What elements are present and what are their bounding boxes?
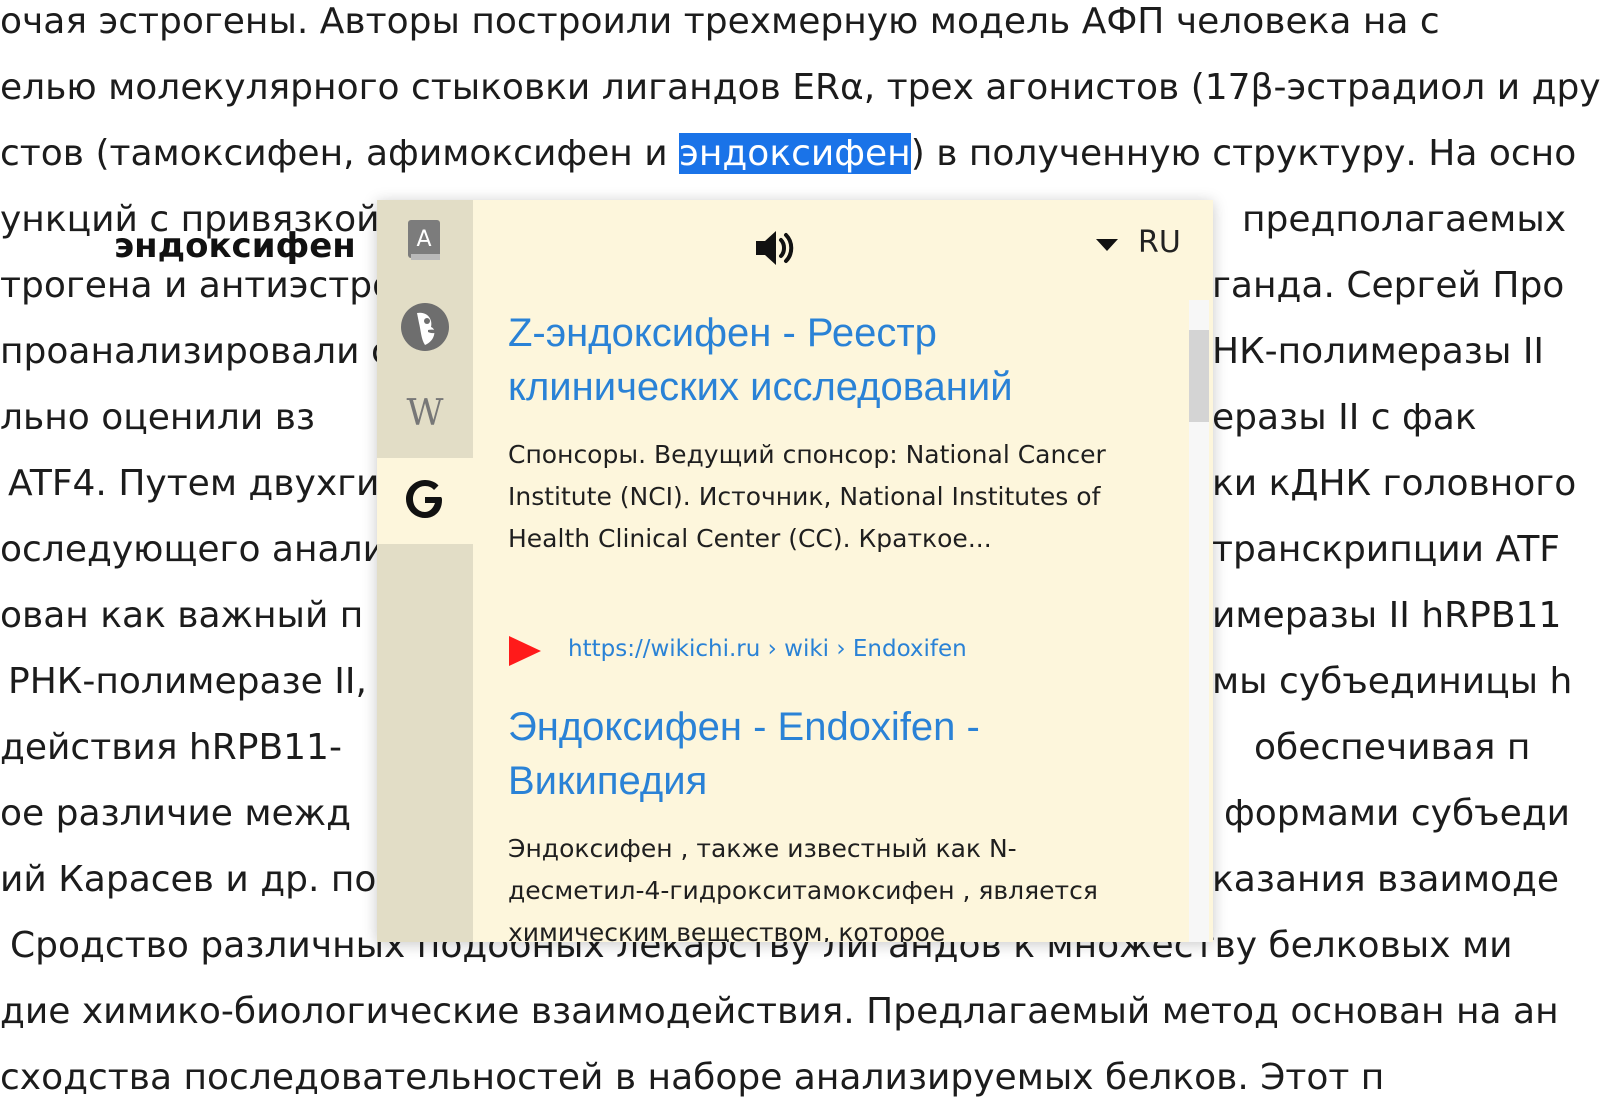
doc-fragment: формами субъеди	[1224, 793, 1571, 834]
doc-line: ое различие межд	[0, 793, 351, 834]
doc-line-end: ) в полученную структуру. На осно	[910, 133, 1577, 174]
doc-line-start: стов (тамоксифен, афимоксифен и	[0, 133, 680, 174]
result-title-link[interactable]: Z-эндоксифен - Реестр клинических исслед…	[508, 306, 1168, 414]
dictionary-icon: A	[405, 218, 445, 268]
doc-line: ован как важный п	[0, 595, 364, 636]
doc-line: льно оценили вз	[0, 397, 316, 438]
result-snippet: Эндоксифен , также известный как N-десме…	[508, 834, 1098, 942]
doc-line: елью молекулярного стыковки лигандов ERα…	[0, 67, 1600, 108]
doc-line: проанализировали с	[0, 331, 391, 372]
scrollbar-thumb[interactable]	[1189, 330, 1209, 422]
chevron-down-icon[interactable]	[1096, 238, 1118, 257]
speaker-icon[interactable]	[752, 226, 796, 274]
doc-fragment: предполагаемых	[1242, 199, 1567, 240]
doc-line: очая эстрогены. Авторы построили трехмер…	[0, 1, 1440, 42]
doc-fragment: транскрипции ATF	[1212, 529, 1561, 570]
source-dictionary-button[interactable]: A	[377, 200, 473, 286]
youtube-play-icon[interactable]	[507, 634, 543, 672]
doc-fragment: ганда. Сергей Про	[1212, 265, 1565, 306]
svg-text:A: A	[416, 227, 431, 252]
doc-fragment: мы субъединицы h	[1212, 661, 1573, 702]
result-url-link[interactable]: https://wikichi.ru › wiki › Endoxifen	[568, 636, 967, 662]
doc-fragment: НК-полимеразы II	[1212, 331, 1545, 372]
duckduckgo-icon	[399, 301, 451, 357]
search-results[interactable]: Z-эндоксифен - Реестр клинических исслед…	[473, 300, 1189, 942]
language-selector[interactable]: RU	[1138, 225, 1181, 260]
doc-fragment: еразы II с фак	[1212, 397, 1477, 438]
doc-line: сходства последовательностей в наборе ан…	[0, 1057, 1385, 1098]
source-google-button[interactable]	[377, 458, 473, 544]
doc-line: ий Карасев и др. по	[0, 859, 377, 900]
doc-line-with-selection: стов (тамоксифен, афимоксифен и эндоксиф…	[0, 132, 1576, 176]
doc-line: действия hRPB11-	[0, 727, 342, 768]
result-title-link[interactable]: Эндоксифен - Endoxifen - Википедия	[508, 700, 1168, 808]
doc-line: РНК-полимеразе II,	[8, 661, 367, 702]
doc-fragment: обеспечивая п	[1254, 727, 1531, 768]
svg-text:W: W	[406, 393, 443, 433]
doc-line: оследующего анали	[0, 529, 386, 570]
source-rail: A W	[377, 200, 473, 942]
doc-fragment: казания взаимоде	[1212, 859, 1560, 900]
doc-line: ATF4. Путем двухгиб	[8, 463, 402, 504]
result-snippet: Спонсоры. Ведущий спонсор: National Canc…	[508, 440, 1106, 553]
source-wikipedia-button[interactable]: W	[377, 372, 473, 458]
lookup-word: эндоксифен	[114, 226, 356, 266]
doc-line: дие химико-биологические взаимодействия.…	[0, 991, 1559, 1032]
wikipedia-icon: W	[401, 393, 449, 437]
doc-fragment: имеразы II hRPB11	[1212, 595, 1562, 636]
google-icon	[401, 475, 449, 527]
source-duckduckgo-button[interactable]	[377, 286, 473, 372]
doc-fragment: ки кДНК головного	[1212, 463, 1577, 504]
doc-line: трогена и антиэстро	[0, 265, 395, 306]
selected-word[interactable]: эндоксифен	[679, 133, 911, 174]
